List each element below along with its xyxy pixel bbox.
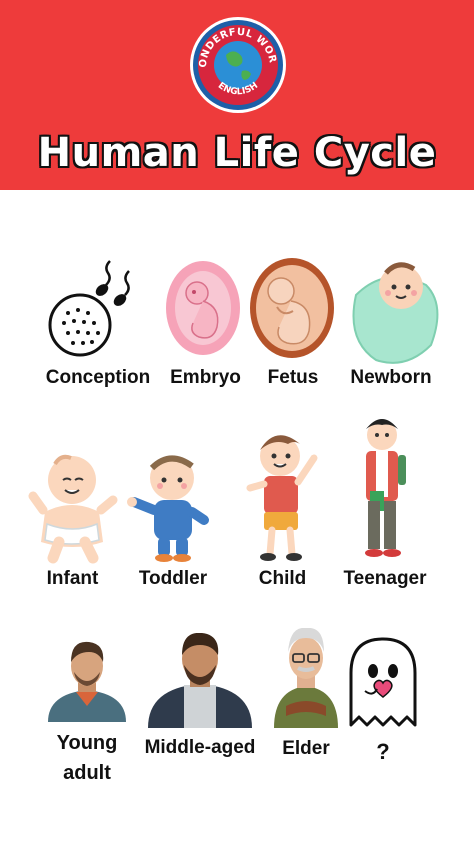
- wonderful-world-english-logo: WONDERFUL WORLD ENGLISH: [182, 7, 288, 115]
- teenager-icon: [365, 419, 406, 557]
- stage-label: Elder: [282, 738, 330, 759]
- stage-label: Toddler: [138, 568, 208, 589]
- embryo-icon: [166, 261, 240, 355]
- infant-icon: [28, 454, 118, 564]
- stage-label: Young adult: [56, 732, 118, 784]
- stage-unknown: ?: [343, 635, 423, 765]
- stage-middle-aged: Middle-aged: [140, 633, 260, 763]
- middle-aged-icon: [148, 633, 252, 728]
- young-adult-icon: [48, 641, 126, 722]
- newborn-icon: [352, 262, 439, 364]
- elder-icon: [274, 628, 338, 728]
- fetus-icon: [250, 258, 334, 358]
- stage-teenager: Teenager: [336, 415, 434, 592]
- ghost-icon: [349, 637, 417, 727]
- child-icon: [246, 435, 318, 561]
- stage-child: Child: [240, 430, 325, 592]
- stage-fetus: Fetus: [247, 255, 339, 395]
- sperm-egg-icon: [48, 260, 130, 357]
- stage-newborn: Newborn: [336, 255, 446, 395]
- stage-young-adult: Young adult: [44, 640, 130, 800]
- stage-embryo: Embryo: [163, 255, 248, 395]
- stage-label: Embryo: [170, 367, 241, 388]
- stage-label: ?: [376, 739, 390, 764]
- stage-label: Newborn: [350, 367, 432, 388]
- stage-toddler: Toddler: [124, 452, 222, 592]
- stage-elder: Elder: [266, 628, 346, 763]
- stage-label: Conception: [45, 367, 151, 388]
- stage-conception: Conception: [30, 255, 170, 395]
- stage-label: Fetus: [267, 367, 319, 388]
- stage-infant: Infant: [25, 452, 120, 592]
- header-banner: WONDERFUL WORLD ENGLISH Human Life Cycle: [0, 0, 474, 190]
- stage-label: Teenager: [343, 568, 427, 589]
- stage-label: Infant: [46, 568, 99, 589]
- stage-label: Middle-aged: [144, 737, 256, 758]
- stage-label: Child: [258, 568, 307, 589]
- page-title: Human Life Cycle: [37, 130, 437, 176]
- toddler-icon: [127, 455, 209, 562]
